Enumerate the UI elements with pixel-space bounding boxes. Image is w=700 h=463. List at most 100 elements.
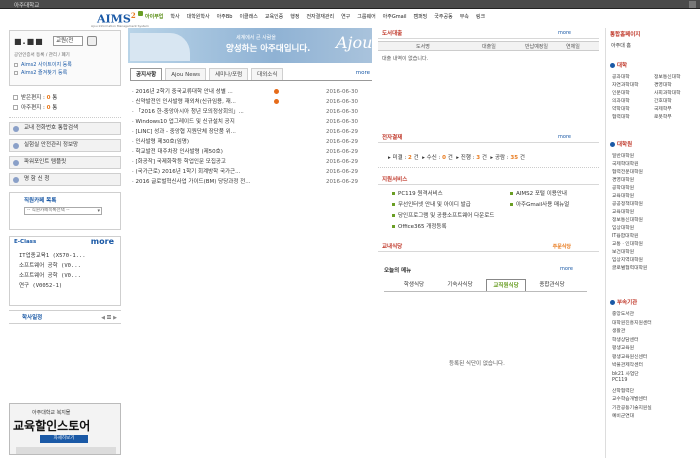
site-link[interactable]: 대학원진흥지원센터 bbox=[612, 319, 652, 326]
nav-item[interactable]: 전자결재관리 bbox=[306, 11, 334, 23]
schedule-title[interactable]: 학사일정 bbox=[22, 313, 42, 321]
site-link[interactable]: 교수학습개발센터 bbox=[612, 395, 647, 402]
site-link[interactable]: 평생교육원신센터 bbox=[612, 353, 647, 360]
site-link[interactable]: IT융합대학원 bbox=[612, 232, 638, 239]
notice-item[interactable]: · 신약발전인 인사발령 재외처(신규임용, 재... 2016-06-30 bbox=[130, 97, 372, 107]
site-link[interactable]: 일반대학원 bbox=[612, 152, 634, 159]
homepage-link[interactable]: 아주대 홈 bbox=[611, 42, 631, 49]
notice-more-link[interactable]: more bbox=[356, 70, 370, 76]
nav-item[interactable]: 이클래스 bbox=[239, 11, 257, 23]
site-link[interactable]: 협력전문대학원 bbox=[612, 168, 643, 175]
site-link[interactable]: bk21 사업단 bbox=[612, 370, 639, 377]
eclass-item[interactable]: IT업종교육1 (X570-1... bbox=[19, 251, 86, 261]
eclass-more-link[interactable]: more bbox=[91, 237, 114, 246]
menu-tab[interactable]: 기숙사식당 bbox=[440, 279, 480, 291]
notice-tab[interactable]: 대외소식 bbox=[251, 68, 284, 80]
main-banner[interactable]: 세계에서 큰 사람을 양성하는 아주대입니다. Ajou bbox=[128, 28, 372, 63]
notice-item[interactable]: · 2016 글로벌혁신사업 가이드(BM) 당당과정 전... 2016-06-… bbox=[130, 177, 372, 187]
site-link[interactable]: 기관공동기술지원실 bbox=[612, 404, 652, 411]
schedule-nav-icons[interactable]: ◀ 〓 ▶ bbox=[101, 314, 117, 321]
site-link[interactable]: 협력대학 bbox=[612, 113, 630, 120]
nav-item[interactable]: 아이부업 bbox=[138, 11, 163, 23]
site-link[interactable]: PC119 bbox=[612, 378, 627, 383]
site-link[interactable]: 보건대학원 bbox=[612, 248, 634, 255]
site-link[interactable]: 교육대학원 bbox=[612, 208, 634, 215]
site-link[interactable]: 공공정책대학원 bbox=[612, 200, 643, 207]
notice-tab[interactable]: 세미나/포럼 bbox=[209, 68, 249, 80]
notice-tab[interactable]: 공지사항 bbox=[130, 68, 163, 80]
site-link[interactable]: 글로벌협력대학원 bbox=[612, 264, 647, 271]
portal-link-2[interactable]: Aims2 즐겨찾기 등록 bbox=[14, 69, 72, 77]
site-link[interactable]: 경영대학원 bbox=[612, 176, 634, 183]
nav-item[interactable]: 대학원학사 bbox=[187, 11, 210, 23]
approval-more-link[interactable]: more bbox=[558, 134, 571, 140]
close-icon[interactable] bbox=[689, 1, 696, 8]
nav-item[interactable]: 아주Gmail bbox=[383, 11, 407, 23]
nav-item[interactable]: 그룹웨어 bbox=[357, 11, 375, 23]
aims-logo[interactable]: AIMS2 Ajou Information Management System bbox=[89, 11, 149, 29]
portal-link-1[interactable]: Aims2 사이트이지 등록 bbox=[14, 61, 72, 69]
site-link[interactable]: 의과대학 bbox=[612, 97, 630, 104]
nav-item[interactable]: 부속 bbox=[460, 11, 469, 23]
welfare-mall-banner[interactable]: 아주대학교 복지몰 교육할인스토어 자세히보기 bbox=[9, 403, 121, 455]
support-item[interactable]: 당인프로그램 및 공용소프트웨어 다운로드 bbox=[392, 211, 494, 219]
notice-item[interactable]: · 학교발전 대주차장 인사발령 (제50호) 2016-06-29 bbox=[130, 147, 372, 157]
notice-item[interactable]: · 인사발령 제30호(임명) 2016-06-29 bbox=[130, 137, 372, 147]
lab-safety-button[interactable]: 실험실 안전관리 정보망 bbox=[9, 139, 121, 152]
eclass-item[interactable]: 소프트웨어 공학 (V0... bbox=[19, 261, 86, 271]
approval-counts[interactable]: ▸ 미결 : 2 건 ▸ 수신 : 0 건 ▸ 진행 : 3 건 ▸ 공람 : … bbox=[388, 153, 525, 161]
notice-tab[interactable]: Ajou News bbox=[165, 68, 207, 80]
site-link[interactable]: 인문대학 bbox=[612, 89, 630, 96]
menu-more-link[interactable]: more bbox=[560, 266, 573, 272]
site-link[interactable]: 평생교육원 bbox=[612, 344, 634, 351]
notice-item[interactable]: · [화공작] 국제화학등 학업인문 모집공고 2016-06-29 bbox=[130, 157, 372, 167]
site-link[interactable]: 교통ㆍ인대학원 bbox=[612, 240, 643, 247]
menu-tab[interactable]: 종합관식당 bbox=[532, 279, 572, 291]
ad-detail-button[interactable]: 자세히보기 bbox=[40, 435, 88, 443]
site-link[interactable]: 자연과학대학 bbox=[612, 81, 638, 88]
site-link[interactable]: 정보통신대학 bbox=[654, 73, 680, 80]
site-link[interactable]: 임상지역대학원 bbox=[612, 256, 643, 263]
nav-item[interactable]: 연구 bbox=[341, 11, 350, 23]
certificate-links[interactable]: 공인인증서 등록 / 관리 / 폐기 bbox=[14, 52, 70, 58]
nav-item[interactable]: 국주공동 bbox=[434, 11, 452, 23]
support-item[interactable]: 무선인터넷 안내 및 아이디 발급 bbox=[392, 200, 471, 208]
site-link[interactable]: 로봇학부 bbox=[654, 113, 672, 120]
nav-item[interactable]: 행정 bbox=[290, 11, 299, 23]
logout-icon[interactable] bbox=[87, 36, 97, 46]
support-item[interactable]: AIMS2 포털 이용안내 bbox=[510, 189, 567, 197]
menu-tab[interactable]: 교직원식당 bbox=[486, 279, 526, 291]
support-item[interactable]: PC119 원격서비스 bbox=[392, 189, 443, 197]
notice-item[interactable]: · 2016년 2학기 중국교류대학 안내 성별 ... 2016-06-30 bbox=[130, 87, 372, 97]
notice-item[interactable]: · Windows10 업그레이드 및 신규설치 공지 2016-06-30 bbox=[130, 117, 372, 127]
eclass-item[interactable]: 연구 (V0052-1) bbox=[19, 281, 86, 291]
library-more-link[interactable]: more bbox=[558, 30, 571, 36]
site-link[interactable]: 약학대학 bbox=[612, 105, 630, 112]
site-link[interactable]: 산학협력단 bbox=[612, 387, 634, 394]
site-link[interactable]: 교육대학원 bbox=[612, 192, 634, 199]
order-cafeteria-link[interactable]: 주문식당 bbox=[553, 243, 571, 250]
site-link[interactable]: 공과대학 bbox=[612, 73, 630, 80]
site-link[interactable]: 국제학대학원 bbox=[612, 160, 638, 167]
eclass-item[interactable]: 소프트웨어 공학 (V0... bbox=[19, 271, 86, 281]
site-link[interactable]: 국제학부 bbox=[654, 105, 672, 112]
support-item[interactable]: Office365 개정등록 bbox=[392, 222, 447, 230]
site-link[interactable]: 간호대학 bbox=[654, 97, 672, 104]
ppt-template-button[interactable]: 파워포인트 템플릿 bbox=[9, 156, 121, 169]
site-link[interactable]: 임상대학원 bbox=[612, 224, 634, 231]
menu-tab[interactable]: 학생식당 bbox=[394, 279, 434, 291]
site-link[interactable]: 경영대학 bbox=[654, 81, 672, 88]
site-link[interactable]: 정보통신대학원 bbox=[612, 216, 643, 223]
nav-item[interactable]: 학사 bbox=[170, 11, 179, 23]
notice-item[interactable]: · [LINC] 성과 - 중앙협 지원단체 장단품 위... 2016-06-2… bbox=[130, 127, 372, 137]
mail-count-received[interactable]: 받은편지 : 0 통 bbox=[13, 93, 121, 103]
mail-count-ajou[interactable]: 아주편지 : 0 통 bbox=[13, 103, 121, 113]
site-link[interactable]: 중앙도서관 bbox=[612, 310, 634, 317]
site-link[interactable]: 공학대학원 bbox=[612, 184, 634, 191]
site-link[interactable]: 박물관제작센터 bbox=[612, 361, 643, 368]
notice-item[interactable]: · (국가근로) 2016년 1학기 회계방학 국가근... 2016-06-29 bbox=[130, 167, 372, 177]
staff-cafe-select[interactable]: -- 직원카페목록선택 -- ▾ bbox=[24, 207, 102, 215]
phone-search-button[interactable]: 교내 전화번호 통합검색 bbox=[9, 122, 121, 135]
support-item[interactable]: 아주Gmail사용 매뉴얼 bbox=[510, 200, 569, 208]
site-link[interactable]: 사회과학대학 bbox=[654, 89, 680, 96]
